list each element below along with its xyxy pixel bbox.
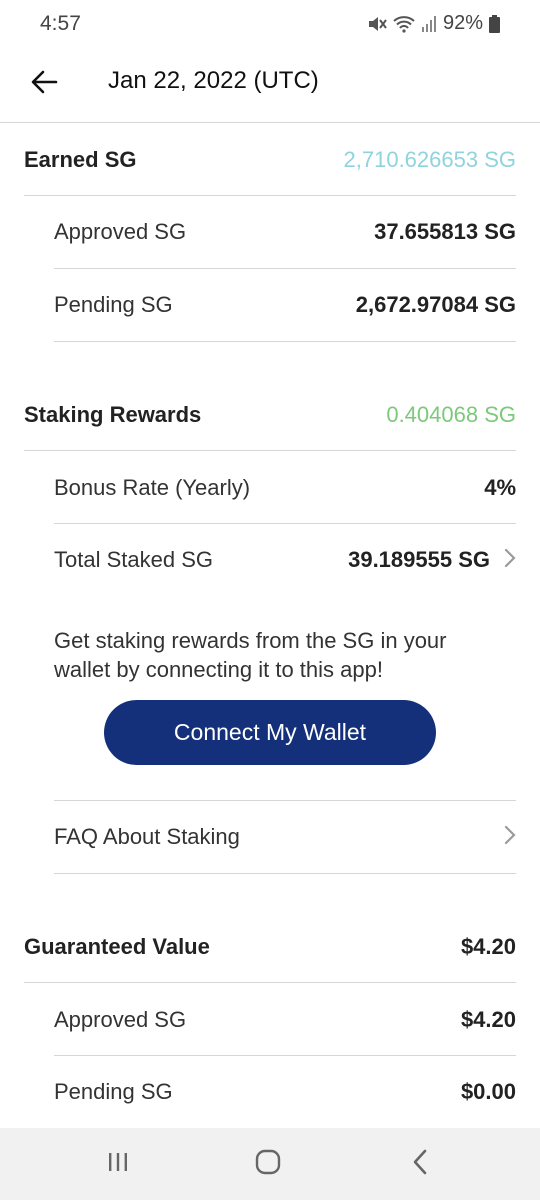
- divider: [54, 523, 516, 524]
- arrow-left-icon: [30, 70, 58, 99]
- divider: [54, 800, 516, 801]
- earned-sg-value: 2,710.626653 SG: [343, 147, 516, 172]
- staking-rewards-value: 0.404068 SG: [386, 402, 516, 427]
- bonus-rate-value: 4%: [484, 475, 516, 500]
- page-title: Jan 22, 2022 (UTC): [108, 67, 319, 94]
- home-icon: [255, 1149, 281, 1180]
- guaranteed-pending-row: Pending SG $0.00: [54, 1072, 516, 1112]
- bonus-rate-row: Bonus Rate (Yearly) 4%: [54, 468, 516, 508]
- wifi-icon: [393, 15, 415, 33]
- back-nav-button[interactable]: [380, 1128, 460, 1200]
- faq-staking-row[interactable]: FAQ About Staking: [54, 817, 516, 857]
- earned-approved-value: 37.655813 SG: [374, 219, 516, 244]
- earned-pending-value: 2,672.97084 SG: [355, 292, 516, 317]
- back-nav-icon: [412, 1149, 428, 1180]
- faq-staking-label: FAQ About Staking: [54, 824, 240, 849]
- total-staked-label: Total Staked SG: [54, 547, 213, 572]
- app-header: Jan 22, 2022 (UTC): [0, 48, 540, 123]
- staking-info-text: Get staking rewards from the SG in your …: [54, 628, 447, 682]
- connect-wallet-button[interactable]: Connect My Wallet: [104, 700, 436, 765]
- guaranteed-approved-value: $4.20: [460, 1007, 516, 1032]
- earned-sg-row: Earned SG 2,710.626653 SG: [24, 140, 516, 180]
- total-staked-row[interactable]: Total Staked SG 39.189555 SG: [54, 540, 516, 580]
- guaranteed-approved-row: Approved SG $4.20: [54, 1000, 516, 1040]
- chevron-right-icon: [504, 825, 516, 850]
- back-button[interactable]: [22, 62, 66, 106]
- earned-approved-row: Approved SG 37.655813 SG: [54, 212, 516, 252]
- divider: [24, 450, 516, 451]
- status-time: 4:57: [40, 12, 81, 35]
- guaranteed-pending-value: $0.00: [460, 1079, 516, 1104]
- earned-sg-label: Earned SG: [24, 147, 137, 172]
- divider: [54, 268, 516, 269]
- chevron-right-icon: [504, 548, 516, 573]
- earned-approved-label: Approved SG: [54, 219, 187, 244]
- guaranteed-approved-label: Approved SG: [54, 1007, 187, 1032]
- battery-percent: 92%: [442, 12, 483, 34]
- earned-pending-row: Pending SG 2,672.97084 SG: [54, 285, 516, 325]
- earned-pending-label: Pending SG: [54, 292, 173, 317]
- divider: [54, 341, 516, 342]
- battery-icon: [489, 14, 500, 33]
- total-staked-value: 39.189555 SG: [348, 547, 490, 572]
- status-bar: 4:57 92%: [0, 0, 540, 48]
- divider: [24, 195, 516, 196]
- mute-icon: [367, 15, 387, 33]
- system-nav-bar: [0, 1128, 540, 1200]
- recent-apps-button[interactable]: [78, 1128, 158, 1200]
- bonus-rate-label: Bonus Rate (Yearly): [54, 475, 251, 500]
- guaranteed-value-amount: $4.20: [460, 934, 516, 959]
- staking-rewards-row: Staking Rewards 0.404068 SG: [24, 395, 516, 435]
- home-button[interactable]: [228, 1128, 308, 1200]
- staking-rewards-label: Staking Rewards: [24, 402, 202, 427]
- divider: [54, 873, 516, 874]
- recent-apps-icon: [106, 1151, 130, 1178]
- guaranteed-pending-label: Pending SG: [54, 1079, 173, 1104]
- divider: [54, 1055, 516, 1056]
- guaranteed-value-label: Guaranteed Value: [24, 934, 210, 959]
- signal-icon: [421, 15, 437, 33]
- divider: [24, 982, 516, 983]
- status-icons: 92%: [367, 12, 500, 35]
- guaranteed-value-row: Guaranteed Value $4.20: [24, 927, 516, 967]
